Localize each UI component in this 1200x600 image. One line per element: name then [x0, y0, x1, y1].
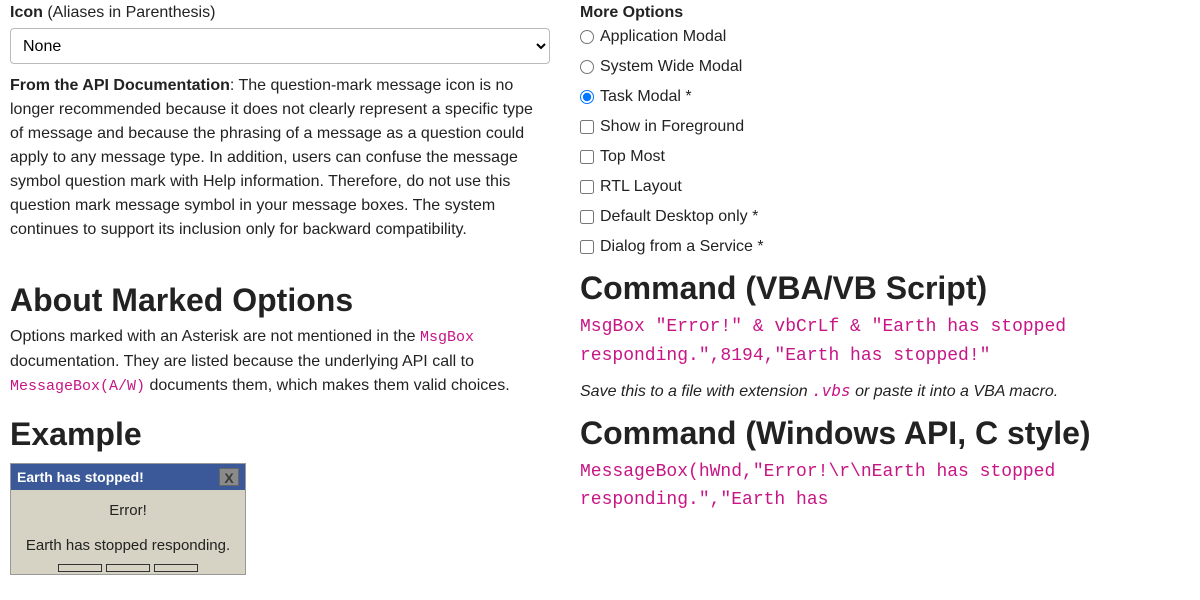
cmd-vba-code: MsgBox "Error!" & vbCrLf & "Earth has st… — [580, 313, 1170, 371]
icon-select[interactable]: None — [10, 28, 550, 64]
msgbox-line1: Error! — [19, 502, 237, 519]
about-body: Options marked with an Asterisk are not … — [10, 325, 550, 398]
option-radio[interactable] — [580, 30, 594, 44]
msgbox-button[interactable] — [154, 564, 198, 572]
more-options-label: More Options — [580, 4, 1170, 22]
option-label: Dialog from a Service * — [600, 238, 764, 256]
msgbox-code: MsgBox — [420, 329, 474, 346]
cmd-c-heading: Command (Windows API, C style) — [580, 415, 1170, 452]
option-label: RTL Layout — [600, 178, 682, 196]
option-radio[interactable] — [580, 90, 594, 104]
example-heading: Example — [10, 416, 550, 453]
option-label: Show in Foreground — [600, 118, 744, 136]
msgbox-button[interactable] — [58, 564, 102, 572]
option-row: System Wide Modal — [580, 58, 1170, 76]
option-row: Dialog from a Service * — [580, 238, 1170, 256]
icon-label-paren: (Aliases in Parenthesis) — [43, 4, 216, 21]
option-row: Application Modal — [580, 28, 1170, 46]
vbs-ext: .vbs — [812, 381, 851, 400]
msgbox-line2: Earth has stopped responding. — [19, 537, 237, 554]
msgbox-buttons — [19, 554, 237, 572]
option-label: Default Desktop only * — [600, 208, 758, 226]
msgbox-button[interactable] — [106, 564, 150, 572]
more-options-group: Application Modal System Wide Modal Task M… — [580, 28, 1170, 256]
messagebox-code: MessageBox(A/W) — [10, 378, 145, 395]
example-messagebox: Earth has stopped! X Error! Earth has st… — [10, 463, 246, 575]
option-label: Top Most — [600, 148, 665, 166]
option-checkbox[interactable] — [580, 120, 594, 134]
option-checkbox[interactable] — [580, 240, 594, 254]
option-row: Show in Foreground — [580, 118, 1170, 136]
option-checkbox[interactable] — [580, 180, 594, 194]
msgbox-titlebar: Earth has stopped! X — [11, 464, 245, 490]
option-checkbox[interactable] — [580, 210, 594, 224]
option-radio[interactable] — [580, 60, 594, 74]
close-icon[interactable]: X — [219, 468, 239, 486]
msgbox-title: Earth has stopped! — [17, 469, 144, 485]
icon-label-strong: Icon — [10, 4, 43, 21]
option-row: Task Modal * — [580, 88, 1170, 106]
api-doc-body: : The question-mark message icon is no l… — [10, 77, 533, 238]
api-doc-note: From the API Documentation: The question… — [10, 74, 550, 242]
option-row: Default Desktop only * — [580, 208, 1170, 226]
cmd-c-code: MessageBox(hWnd,"Error!\r\nEarth has sto… — [580, 458, 1170, 516]
option-label: Task Modal * — [600, 88, 692, 106]
cmd-vba-heading: Command (VBA/VB Script) — [580, 270, 1170, 307]
option-row: RTL Layout — [580, 178, 1170, 196]
about-heading: About Marked Options — [10, 282, 550, 319]
vba-hint: Save this to a file with extension .vbs … — [580, 381, 1170, 401]
option-checkbox[interactable] — [580, 150, 594, 164]
option-row: Top Most — [580, 148, 1170, 166]
api-doc-lead: From the API Documentation — [10, 77, 230, 94]
icon-label: Icon (Aliases in Parenthesis) — [10, 4, 550, 22]
option-label: Application Modal — [600, 28, 726, 46]
msgbox-body: Error! Earth has stopped responding. — [11, 490, 245, 574]
option-label: System Wide Modal — [600, 58, 742, 76]
